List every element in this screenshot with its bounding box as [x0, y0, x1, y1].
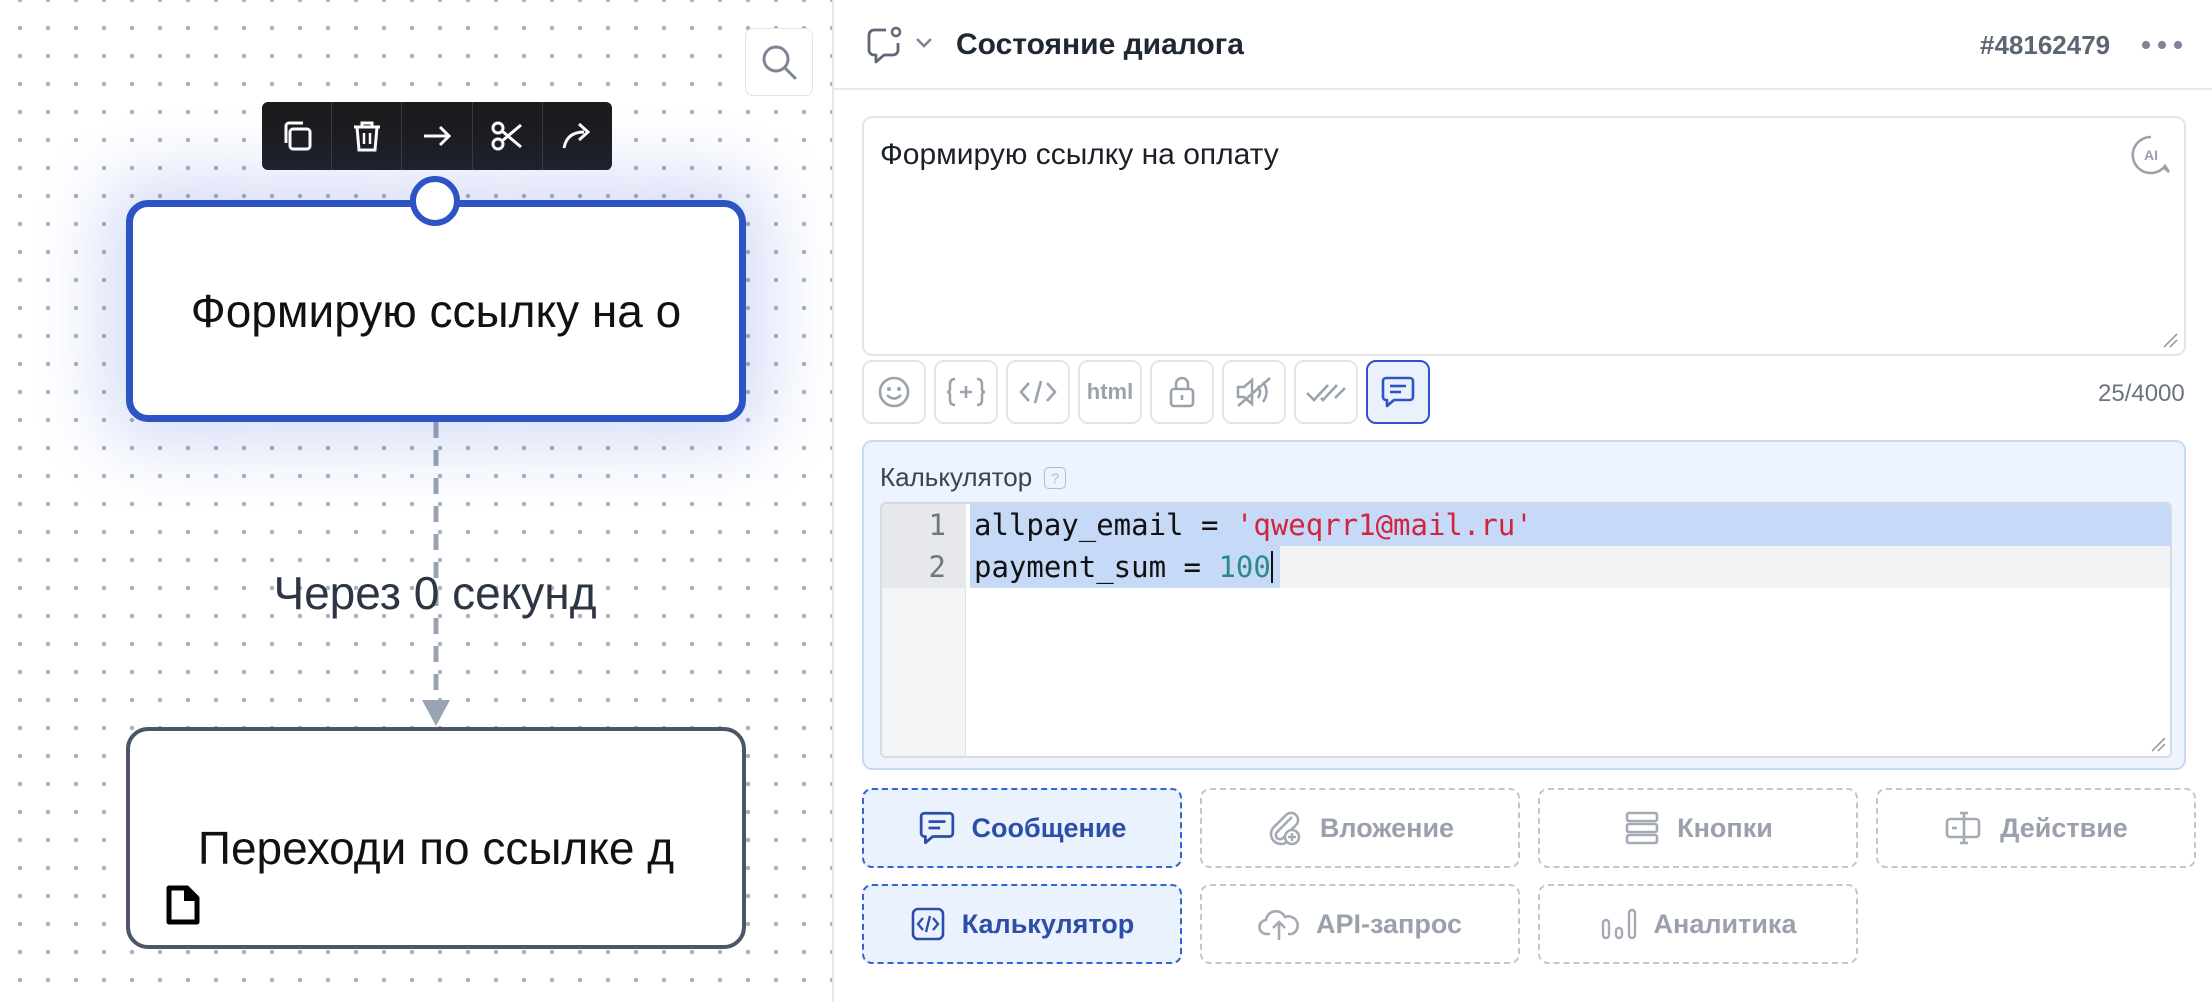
smile-icon: [878, 376, 910, 408]
message-format-button[interactable]: [1366, 360, 1430, 424]
html-label: html: [1086, 379, 1134, 404]
calculator-title: Калькулятор: [880, 462, 1033, 492]
block-label: Действие: [2000, 812, 2128, 843]
copy-node-button[interactable]: [262, 102, 333, 170]
more-options-icon[interactable]: [2140, 30, 2184, 60]
selected-node[interactable]: Формирую ссылку на о: [126, 200, 746, 422]
add-message-block-button[interactable]: Сообщение: [862, 788, 1182, 868]
block-palette: Сообщение Вложение Кнопки Действие Кальк…: [862, 788, 2196, 964]
variable-name: payment_sum: [974, 550, 1167, 584]
code-icon: [1019, 380, 1057, 404]
line-number: 2: [928, 550, 946, 584]
lock-button[interactable]: [1150, 360, 1214, 424]
node-text: Формирую ссылку на о: [190, 285, 682, 337]
block-label: Вложение: [1319, 812, 1455, 843]
voice-off-button[interactable]: [1222, 360, 1286, 424]
chat-state-icon[interactable]: [866, 26, 902, 64]
add-action-block-button[interactable]: Действие: [1876, 788, 2196, 868]
flow-canvas[interactable]: Формирую ссылку на о Через 0 секунд Пере…: [0, 0, 832, 1002]
add-calculator-block-button[interactable]: Калькулятор: [862, 884, 1182, 964]
panel-title: Состояние диалога: [956, 28, 1244, 61]
message-icon: [1381, 376, 1415, 408]
message-text[interactable]: Формирую ссылку на оплату: [880, 138, 1279, 172]
variable-icon: [946, 377, 986, 407]
share-icon: [562, 122, 591, 149]
cloud-upload-icon: [1258, 909, 1299, 940]
double-check-icon: [1306, 384, 1346, 402]
html-button[interactable]: html: [1078, 360, 1142, 424]
code-editor[interactable]: 1 allpay_email = 'qweqrr1@mail.ru' 2 pay…: [880, 502, 2172, 758]
calculator-label: Калькулятор ?: [880, 462, 1067, 493]
block-label: Калькулятор: [961, 908, 1135, 939]
help-icon[interactable]: ?: [1044, 466, 1067, 489]
node-text: Переходи по ссылке д: [197, 822, 675, 874]
delete-node-button[interactable]: [332, 102, 403, 170]
file-icon: [166, 885, 200, 925]
code-button[interactable]: [1006, 360, 1070, 424]
edge-delay-label[interactable]: Через 0 секунд: [200, 570, 670, 616]
add-attachment-block-button[interactable]: Вложение: [1200, 788, 1520, 868]
text-cursor: [1270, 551, 1273, 583]
svg-text:AI: AI: [2144, 147, 2158, 163]
variable-name: allpay_email: [974, 508, 1184, 542]
lock-icon: [1169, 376, 1195, 408]
add-api-request-block-button[interactable]: API-запрос: [1200, 884, 1520, 964]
message-icon: [919, 811, 954, 845]
code-line[interactable]: 1 allpay_email = 'qweqrr1@mail.ru': [882, 504, 2170, 546]
resize-grip-icon[interactable]: [2150, 736, 2166, 752]
code-line[interactable]: 2 payment_sum = 100: [882, 546, 2170, 588]
share-node-button[interactable]: [543, 102, 612, 170]
char-counter: 25/4000: [2098, 380, 2185, 407]
line-source: payment_sum = 100: [974, 546, 1273, 588]
block-label: Аналитика: [1653, 908, 1797, 939]
trash-icon: [353, 121, 380, 152]
sound-off-icon: [1236, 377, 1271, 407]
operator: =: [1183, 508, 1236, 542]
message-editor[interactable]: Формирую ссылку на оплату AI: [862, 116, 2186, 356]
ai-icon[interactable]: AI: [2130, 134, 2172, 176]
action-icon: [1945, 811, 1981, 845]
state-id: #48162479: [1980, 30, 2111, 60]
number-literal: 100: [1218, 550, 1271, 584]
canvas-search-button[interactable]: [745, 28, 813, 96]
line-source: allpay_email = 'qweqrr1@mail.ru': [974, 504, 1533, 546]
calculator-section: Калькулятор ? 1 allpay_email = 'qweqrr1@…: [862, 440, 2186, 770]
line-number: 1: [928, 508, 946, 542]
variable-button[interactable]: [934, 360, 998, 424]
analytics-icon: [1601, 908, 1636, 940]
block-label: API-запрос: [1315, 908, 1463, 939]
format-toolbar: html: [862, 360, 1430, 424]
copy-icon: [284, 121, 312, 151]
attachment-icon: [1269, 811, 1301, 846]
arrow-right-icon: [424, 125, 452, 147]
state-panel: Состояние диалога #48162479 Формирую ссы…: [832, 0, 2212, 1002]
emoji-button[interactable]: [862, 360, 926, 424]
add-buttons-block-button[interactable]: Кнопки: [1538, 788, 1858, 868]
code-icon: [911, 907, 945, 941]
read-receipt-button[interactable]: [1294, 360, 1358, 424]
cut-node-button[interactable]: [473, 102, 543, 170]
search-icon: [762, 45, 797, 80]
node-toolbar: [262, 102, 612, 170]
next-node[interactable]: Переходи по ссылке д: [126, 727, 746, 949]
next-node-button[interactable]: [402, 102, 473, 170]
operator: =: [1166, 550, 1219, 584]
block-label: Сообщение: [971, 812, 1127, 843]
resize-grip-icon[interactable]: [2162, 332, 2178, 348]
scissors-icon: [491, 121, 523, 151]
chevron-down-icon[interactable]: [914, 36, 934, 50]
panel-header: Состояние диалога #48162479: [834, 0, 2212, 90]
block-label: Кнопки: [1677, 812, 1773, 843]
node-input-handle[interactable]: [410, 176, 460, 226]
buttons-icon: [1625, 811, 1659, 845]
string-literal: 'qweqrr1@mail.ru': [1235, 508, 1533, 542]
add-analytics-block-button[interactable]: Аналитика: [1538, 884, 1858, 964]
